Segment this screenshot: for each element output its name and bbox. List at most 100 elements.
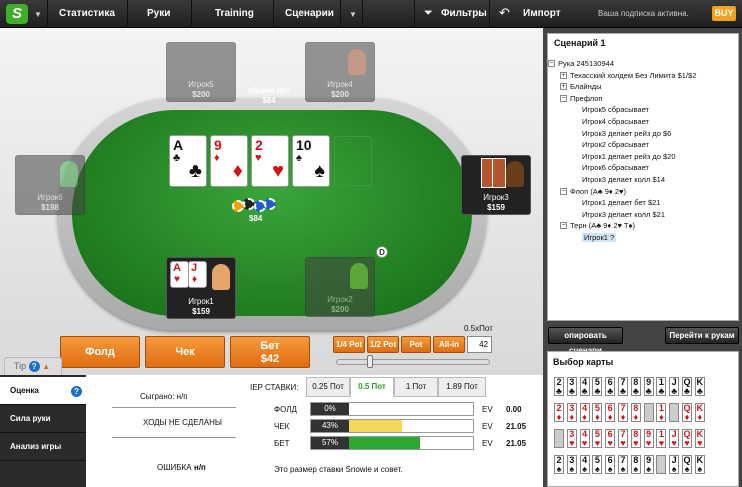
card-picker-card[interactable]: 7 ♦	[618, 403, 628, 422]
expand-icon[interactable]: +	[560, 83, 567, 91]
card-picker-card[interactable]: 2 ♥	[554, 429, 564, 448]
card-picker-card[interactable]: 2 ♣	[554, 377, 564, 396]
card-picker-card[interactable]: 9 ♣	[643, 377, 654, 396]
more-menu-icon[interactable]: ▼	[349, 10, 357, 19]
card-picker-card[interactable]: 3 ♥	[566, 429, 577, 448]
half-pot-button[interactable]: 1/2 Pot	[367, 336, 399, 353]
scenario-tree-item[interactable]: Префлоп	[570, 94, 602, 103]
card-picker-card[interactable]: Q ♠	[682, 455, 692, 474]
scenario-tree-item[interactable]: Блайнды	[570, 82, 601, 91]
scenario-tree-item[interactable]: Игрок1 делает бет $21	[582, 198, 660, 207]
tab-ie-05[interactable]: 0.5 Пот	[350, 377, 394, 397]
check-button[interactable]: Чек	[145, 336, 225, 368]
copy-scenario-button[interactable]: опировать сценари	[548, 327, 623, 355]
card-picker-card[interactable]: Q ♥	[682, 429, 692, 448]
fold-button[interactable]: Фолд	[60, 336, 140, 368]
card-picker-card[interactable]: 5 ♦	[592, 403, 603, 422]
help-icon[interactable]: ?	[71, 386, 82, 397]
bet-amount-input[interactable]: 42	[467, 336, 492, 353]
card-picker-card[interactable]: 4 ♦	[579, 403, 590, 422]
card-picker-card[interactable]: J ♠	[669, 455, 680, 474]
scenario-tree-item[interactable]: Игрок1 делает рейз до $20	[582, 152, 676, 161]
scenario-tree-item[interactable]: Флоп (A♣ 9♦ 2♥)	[570, 187, 626, 196]
collapse-icon[interactable]: −	[560, 187, 567, 195]
bet-button[interactable]: Бет $42	[230, 336, 310, 368]
card-picker-card[interactable]: J ♥	[669, 429, 680, 448]
card-picker-card[interactable]: K ♠	[694, 455, 705, 474]
card-picker-card[interactable]: J ♣	[669, 377, 680, 396]
buy-button[interactable]: BUY	[712, 6, 736, 21]
tip-tab[interactable]: Tip ? ▲	[4, 357, 62, 375]
card-picker-card[interactable]: 8 ♠	[630, 455, 641, 474]
card-picker-card[interactable]: 6 ♠	[605, 455, 616, 474]
card-picker-card[interactable]: 5 ♣	[592, 377, 603, 396]
card-picker-card[interactable]: 3 ♣	[566, 377, 577, 396]
card-picker-card[interactable]: 1 ♣	[656, 377, 667, 396]
card-picker-card[interactable]: 6 ♥	[605, 429, 616, 448]
scenario-tree-item[interactable]: Игрок6 сбрасывает	[582, 163, 649, 172]
card-picker-card[interactable]: 7 ♠	[618, 455, 628, 474]
tab-ie-1[interactable]: 1 Пот	[394, 377, 438, 397]
chevron-up-icon[interactable]: ▲	[42, 362, 50, 371]
card-picker-card[interactable]: 8 ♥	[630, 429, 641, 448]
card-picker-card[interactable]: 1 ♠	[656, 455, 667, 474]
collapse-icon[interactable]: −	[560, 94, 567, 102]
scenario-tree-item[interactable]: Рука 245130944	[558, 59, 614, 68]
card-picker-card[interactable]: 9 ♠	[643, 455, 654, 474]
card-picker-card[interactable]: 1 ♦	[656, 403, 667, 422]
scenario-tree-item[interactable]: Игрок4 сбрасывает	[582, 117, 649, 126]
card-picker-card[interactable]: 2 ♠	[554, 455, 564, 474]
expand-icon[interactable]: +	[560, 71, 567, 79]
logo-menu-icon[interactable]: ▼	[34, 10, 42, 19]
card-picker-card[interactable]: 8 ♦	[630, 403, 641, 422]
card-picker-card[interactable]: 7 ♥	[618, 429, 628, 448]
import-button[interactable]: Импорт	[523, 8, 561, 19]
seat-player6[interactable]: Игрок6 $198	[15, 155, 85, 215]
go-to-hands-button[interactable]: Перейти к рукам	[665, 327, 739, 344]
tab-ie-189[interactable]: 1.89 Пот	[438, 377, 486, 397]
card-picker-card[interactable]: J ♦	[669, 403, 680, 422]
seat-player2[interactable]: Игрок2 $200	[305, 257, 375, 317]
filters-button[interactable]: Фильтры	[441, 8, 487, 19]
card-picker-card[interactable]: 8 ♣	[630, 377, 641, 396]
allin-button[interactable]: All-in	[433, 336, 465, 353]
card-picker-card[interactable]: 4 ♠	[579, 455, 590, 474]
card-picker-card[interactable]: 7 ♣	[618, 377, 628, 396]
seat-player5[interactable]: Игрок5 $200	[166, 42, 236, 102]
tab-hand-strength[interactable]: Сила руки	[0, 405, 86, 433]
card-picker-card[interactable]: 5 ♠	[592, 455, 603, 474]
nav-statistics[interactable]: Статистика	[59, 8, 115, 19]
card-picker-card[interactable]: 2 ♦	[554, 403, 564, 422]
scenario-tree-item[interactable]: Игрок3 делает колл $14	[582, 175, 665, 184]
scenario-tree-item[interactable]: Игрок3 делает рейз до $6	[582, 129, 671, 138]
scenario-tree-item[interactable]: Игрок2 сбрасывает	[582, 140, 649, 149]
card-picker-card[interactable]: 6 ♦	[605, 403, 616, 422]
card-picker-card[interactable]: 4 ♣	[579, 377, 590, 396]
scenario-tree-item[interactable]: Игрок1 ?	[582, 233, 617, 242]
scenario-tree-item[interactable]: Техасский холдем Без Лимита $1/$2	[570, 71, 696, 80]
scenario-tree-item[interactable]: Игрок3 делает колл $21	[582, 210, 665, 219]
pot-button[interactable]: Pot	[401, 336, 431, 353]
card-picker-card[interactable]: 1 ♥	[656, 429, 667, 448]
card-picker-card[interactable]: 3 ♦	[566, 403, 577, 422]
quarter-pot-button[interactable]: 1/4 Pot	[333, 336, 365, 353]
collapse-icon[interactable]: −	[548, 60, 555, 67]
scenario-tree-item[interactable]: Терн (A♣ 9♦ 2♥ T♠)	[570, 221, 635, 230]
card-picker-card[interactable]: Q ♣	[682, 377, 692, 396]
logo[interactable]: S	[6, 4, 28, 24]
nav-training[interactable]: Training	[215, 8, 254, 19]
scenario-tree-item[interactable]: Игрок5 сбрасывает	[582, 105, 649, 114]
card-picker-card[interactable]: 9 ♥	[643, 429, 654, 448]
bet-slider-handle[interactable]	[366, 355, 373, 368]
card-picker-card[interactable]: 3 ♠	[566, 455, 577, 474]
tab-game-analysis[interactable]: Анализ игры	[0, 433, 86, 461]
bet-slider[interactable]	[336, 359, 490, 365]
card-picker-card[interactable]: K ♣	[694, 377, 705, 396]
nav-scenarios[interactable]: Сценарии	[285, 8, 334, 19]
tab-evaluation[interactable]: Оценка?	[0, 377, 86, 405]
card-picker-card[interactable]: 9 ♦	[643, 403, 654, 422]
tab-ie-025[interactable]: 0.25 Пот	[306, 377, 350, 397]
card-picker-card[interactable]: 4 ♥	[579, 429, 590, 448]
help-icon[interactable]: ?	[28, 361, 40, 372]
card-picker-card[interactable]: K ♦	[694, 403, 705, 422]
